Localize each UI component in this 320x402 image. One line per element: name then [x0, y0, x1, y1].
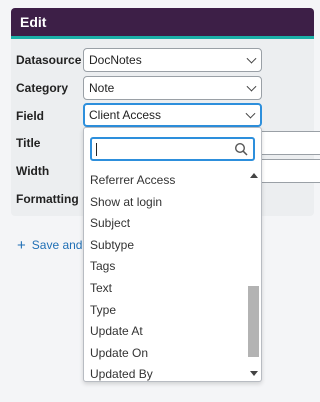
dropdown-search-input[interactable] — [90, 137, 255, 161]
formatting-label: Formatting — [16, 192, 79, 206]
field-label: Field — [16, 109, 45, 123]
dropdown-option[interactable]: Type — [84, 300, 246, 322]
title-input[interactable] — [262, 131, 320, 155]
category-label: Category — [16, 81, 69, 95]
scroll-down-arrow[interactable] — [250, 371, 258, 376]
chevron-down-icon — [246, 81, 257, 92]
dropdown-option[interactable]: Update On — [84, 343, 246, 365]
text-caret — [96, 143, 97, 156]
field-dropdown: Referrer Access Show at login Subject Subty… — [83, 127, 262, 382]
dropdown-option[interactable]: Update At — [84, 321, 246, 343]
dropdown-option[interactable]: Updated By — [84, 364, 246, 381]
scrollbar-thumb[interactable] — [248, 286, 259, 357]
panel-title: Edit — [11, 8, 314, 39]
dropdown-option[interactable]: Referrer Access — [84, 170, 246, 192]
title-label: Title — [16, 136, 41, 150]
field-select[interactable]: Client Access — [83, 103, 262, 127]
datasource-label: Datasource — [16, 53, 82, 67]
datasource-value: DocNotes — [89, 53, 142, 67]
save-and-link[interactable]: + Save and — [17, 237, 82, 254]
search-icon — [234, 142, 248, 156]
save-and-label: Save and — [31, 238, 83, 252]
width-label: Width — [16, 164, 50, 178]
category-value: Note — [89, 81, 115, 95]
dropdown-option[interactable]: Tags — [84, 256, 246, 278]
datasource-select[interactable]: DocNotes — [83, 48, 262, 72]
chevron-down-icon — [246, 53, 257, 64]
field-value: Client Access — [89, 108, 162, 122]
dropdown-option[interactable]: Text — [84, 278, 246, 300]
scroll-up-arrow[interactable] — [250, 173, 258, 178]
category-select[interactable]: Note — [83, 76, 262, 100]
dropdown-list: Referrer Access Show at login Subject Subty… — [84, 170, 246, 381]
plus-icon: + — [17, 237, 26, 254]
dropdown-option[interactable]: Subject — [84, 213, 246, 235]
width-input[interactable] — [262, 159, 320, 183]
dropdown-option[interactable]: Show at login — [84, 192, 246, 214]
chevron-down-icon — [245, 108, 256, 119]
dropdown-option[interactable]: Subtype — [84, 235, 246, 257]
